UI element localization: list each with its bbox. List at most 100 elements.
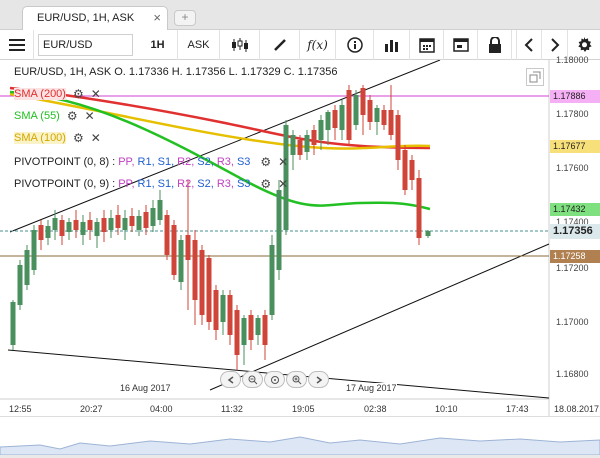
close-tab-icon[interactable]: × bbox=[153, 10, 161, 25]
sma-100-settings-icon[interactable]: ⚙ bbox=[73, 131, 84, 145]
candle-body[interactable] bbox=[381, 110, 387, 125]
indicator-pivot-9[interactable]: PIVOTPOINT (0, 9) : PP, R1, S1, R2, S2, R3, S3 … bbox=[14, 177, 288, 191]
candle-body[interactable] bbox=[178, 240, 184, 282]
candle-body[interactable] bbox=[108, 218, 114, 230]
draw-tool-button[interactable] bbox=[260, 30, 300, 60]
candle-body[interactable] bbox=[199, 250, 205, 315]
sma-200-settings-icon[interactable]: ⚙ bbox=[73, 87, 84, 101]
candle-body[interactable] bbox=[353, 95, 359, 125]
candle-body[interactable] bbox=[17, 265, 23, 305]
indicator-pivot-8[interactable]: PIVOTPOINT (0, 8) : PP, R1, S1, R2, S2, R3, S3 … bbox=[14, 155, 288, 169]
candle-body[interactable] bbox=[304, 135, 310, 152]
indicator-sma-55[interactable]: SMA (55) ⚙ ✕ bbox=[14, 109, 95, 123]
candle-body[interactable] bbox=[395, 115, 401, 160]
candle-body[interactable] bbox=[213, 290, 219, 330]
calendar-button[interactable] bbox=[410, 30, 444, 60]
candle-body[interactable] bbox=[10, 302, 16, 345]
info-button[interactable] bbox=[336, 30, 374, 60]
candle-body[interactable] bbox=[66, 222, 72, 232]
pivot-8-settings-icon[interactable]: ⚙ bbox=[260, 155, 271, 169]
candle-body[interactable] bbox=[262, 315, 268, 345]
candle-body[interactable] bbox=[38, 225, 44, 240]
pivot-9-remove-icon[interactable]: ✕ bbox=[278, 177, 288, 191]
candle-body[interactable] bbox=[136, 216, 142, 230]
candle-body[interactable] bbox=[115, 215, 121, 228]
candle-body[interactable] bbox=[192, 240, 198, 300]
indicators-button[interactable]: f(x) bbox=[300, 30, 336, 60]
candle-body[interactable] bbox=[409, 160, 415, 180]
expand-chart-button[interactable] bbox=[526, 68, 544, 86]
zoom-in-button[interactable] bbox=[286, 371, 307, 388]
chart-navigator[interactable] bbox=[0, 416, 600, 456]
sma-100-remove-icon[interactable]: ✕ bbox=[91, 131, 101, 145]
scroll-left-button[interactable] bbox=[516, 30, 542, 60]
candle-body[interactable] bbox=[101, 218, 107, 232]
timeframe-button[interactable]: 1H bbox=[138, 30, 178, 60]
candle-body[interactable] bbox=[248, 315, 254, 340]
candle-body[interactable] bbox=[185, 235, 191, 260]
candle-body[interactable] bbox=[52, 218, 58, 230]
candle-body[interactable] bbox=[241, 318, 247, 345]
zoom-out-button[interactable] bbox=[242, 371, 263, 388]
candle-body[interactable] bbox=[311, 130, 317, 145]
candle-body[interactable] bbox=[206, 258, 212, 322]
candle-body[interactable] bbox=[374, 108, 380, 122]
candle-body[interactable] bbox=[346, 90, 352, 140]
candle-body[interactable] bbox=[45, 226, 51, 238]
candle-body[interactable] bbox=[360, 88, 366, 115]
candle-body[interactable] bbox=[339, 105, 345, 130]
candle-body[interactable] bbox=[269, 245, 275, 315]
candle-body[interactable] bbox=[129, 216, 135, 226]
candle-body[interactable] bbox=[425, 231, 431, 236]
candle-body[interactable] bbox=[87, 220, 93, 230]
candle-body[interactable] bbox=[220, 295, 226, 322]
add-tab-button[interactable]: + bbox=[174, 10, 196, 26]
reset-view-button[interactable] bbox=[264, 371, 285, 388]
sma-55-remove-icon[interactable]: ✕ bbox=[85, 109, 95, 123]
volume-button[interactable] bbox=[374, 30, 410, 60]
zoom-out-icon bbox=[248, 375, 257, 384]
candle-body[interactable] bbox=[402, 150, 408, 190]
candle-body[interactable] bbox=[171, 225, 177, 275]
candle-body[interactable] bbox=[234, 310, 240, 355]
menu-button[interactable] bbox=[0, 30, 34, 60]
sma-200-remove-icon[interactable]: ✕ bbox=[91, 87, 101, 101]
sma-55-settings-icon[interactable]: ⚙ bbox=[67, 109, 78, 123]
candle-body[interactable] bbox=[318, 120, 324, 140]
candle-body[interactable] bbox=[255, 318, 261, 335]
pivot-9-settings-icon[interactable]: ⚙ bbox=[260, 177, 271, 191]
candle-body[interactable] bbox=[332, 110, 338, 128]
candle-body[interactable] bbox=[157, 200, 163, 220]
indicator-sma-100[interactable]: SMA (100) ⚙ ✕ bbox=[14, 131, 101, 145]
candle-body[interactable] bbox=[143, 212, 149, 228]
candle-body[interactable] bbox=[388, 110, 394, 135]
candle-body[interactable] bbox=[325, 112, 331, 130]
chart-area[interactable]: EUR/USD, 1H, ASK O. 1.17336 H. 1.17356 L… bbox=[0, 55, 600, 456]
candle-body[interactable] bbox=[24, 250, 30, 285]
candle-body[interactable] bbox=[416, 178, 422, 238]
candle-body[interactable] bbox=[297, 140, 303, 155]
candle-body[interactable] bbox=[276, 190, 282, 270]
scroll-left-nav-button[interactable] bbox=[220, 371, 241, 388]
candle-body[interactable] bbox=[80, 222, 86, 235]
symbol-input[interactable]: EUR/USD bbox=[38, 34, 133, 56]
candle-body[interactable] bbox=[94, 222, 100, 236]
chart-tab[interactable]: EUR/USD, 1H, ASK × bbox=[22, 6, 168, 30]
candle-body[interactable] bbox=[164, 215, 170, 255]
trendline-lower[interactable] bbox=[209, 243, 550, 391]
candle-body[interactable] bbox=[150, 208, 156, 226]
layout-button[interactable] bbox=[444, 30, 478, 60]
candle-body[interactable] bbox=[367, 100, 373, 122]
candle-body[interactable] bbox=[31, 230, 37, 270]
price-side-button[interactable]: ASK bbox=[178, 30, 220, 60]
candle-body[interactable] bbox=[59, 220, 65, 236]
candle-body[interactable] bbox=[122, 218, 128, 230]
indicator-sma-200[interactable]: SMA (200) ⚙ ✕ bbox=[14, 87, 101, 101]
candle-body[interactable] bbox=[290, 135, 296, 155]
candle-body[interactable] bbox=[73, 220, 79, 230]
lock-button[interactable] bbox=[478, 30, 512, 60]
chart-type-button[interactable] bbox=[220, 30, 260, 60]
pivot-8-remove-icon[interactable]: ✕ bbox=[278, 155, 288, 169]
candle-body[interactable] bbox=[227, 295, 233, 335]
scroll-right-nav-button[interactable] bbox=[308, 371, 329, 388]
